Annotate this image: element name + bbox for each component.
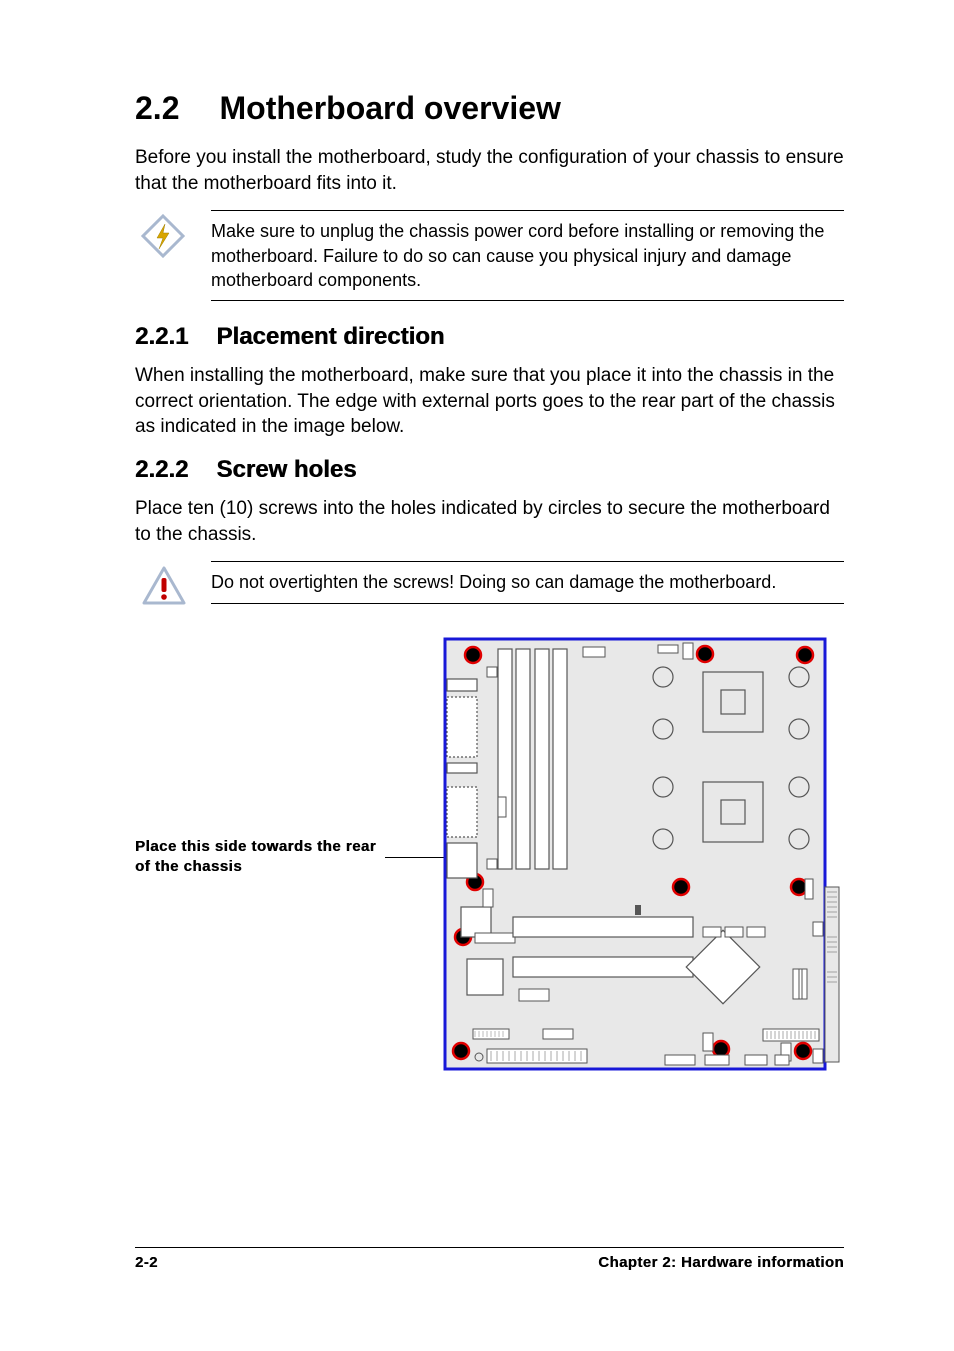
diagram-rear-label: Place this side towards the rear of the … [135, 837, 385, 878]
section-number: 2.2 [135, 90, 179, 127]
subsection-heading-1: 2.2.1 Placement direction [135, 323, 844, 351]
leader-line [385, 857, 445, 858]
sub1-body: When installing the motherboard, make su… [135, 363, 844, 440]
sub2-body: Place ten (10) screws into the holes ind… [135, 496, 844, 547]
page-footer: 2-2 Chapter 2: Hardware information [135, 1247, 844, 1271]
manual-page: 2.2 Motherboard overview Before you insta… [0, 0, 954, 1351]
icon-column [141, 210, 211, 258]
power-warning-text: Make sure to unplug the chassis power co… [211, 210, 844, 301]
sub1-title: Placement direction [216, 323, 444, 350]
sub2-number: 2.2.2 [135, 456, 188, 484]
chapter-label: Chapter 2: Hardware information [598, 1254, 844, 1271]
sub1-number: 2.2.1 [135, 323, 188, 351]
motherboard-diagram-area: Place this side towards the rear of the … [135, 637, 844, 1077]
subsection-heading-2: 2.2.2 Screw holes [135, 456, 844, 484]
power-warning-callout: Make sure to unplug the chassis power co… [135, 210, 844, 301]
section-title-text: Motherboard overview [219, 90, 560, 126]
caution-icon [141, 565, 187, 607]
section-heading: 2.2 Motherboard overview [135, 90, 844, 127]
sub2-title: Screw holes [216, 456, 356, 483]
caution-text: Do not overtighten the screws! Doing so … [211, 561, 844, 603]
caution-callout: Do not overtighten the screws! Doing so … [135, 561, 844, 607]
motherboard-diagram [443, 637, 843, 1077]
page-number: 2-2 [135, 1254, 158, 1271]
lightning-icon [141, 214, 185, 258]
intro-paragraph: Before you install the motherboard, stud… [135, 145, 844, 196]
icon-column [141, 561, 211, 607]
